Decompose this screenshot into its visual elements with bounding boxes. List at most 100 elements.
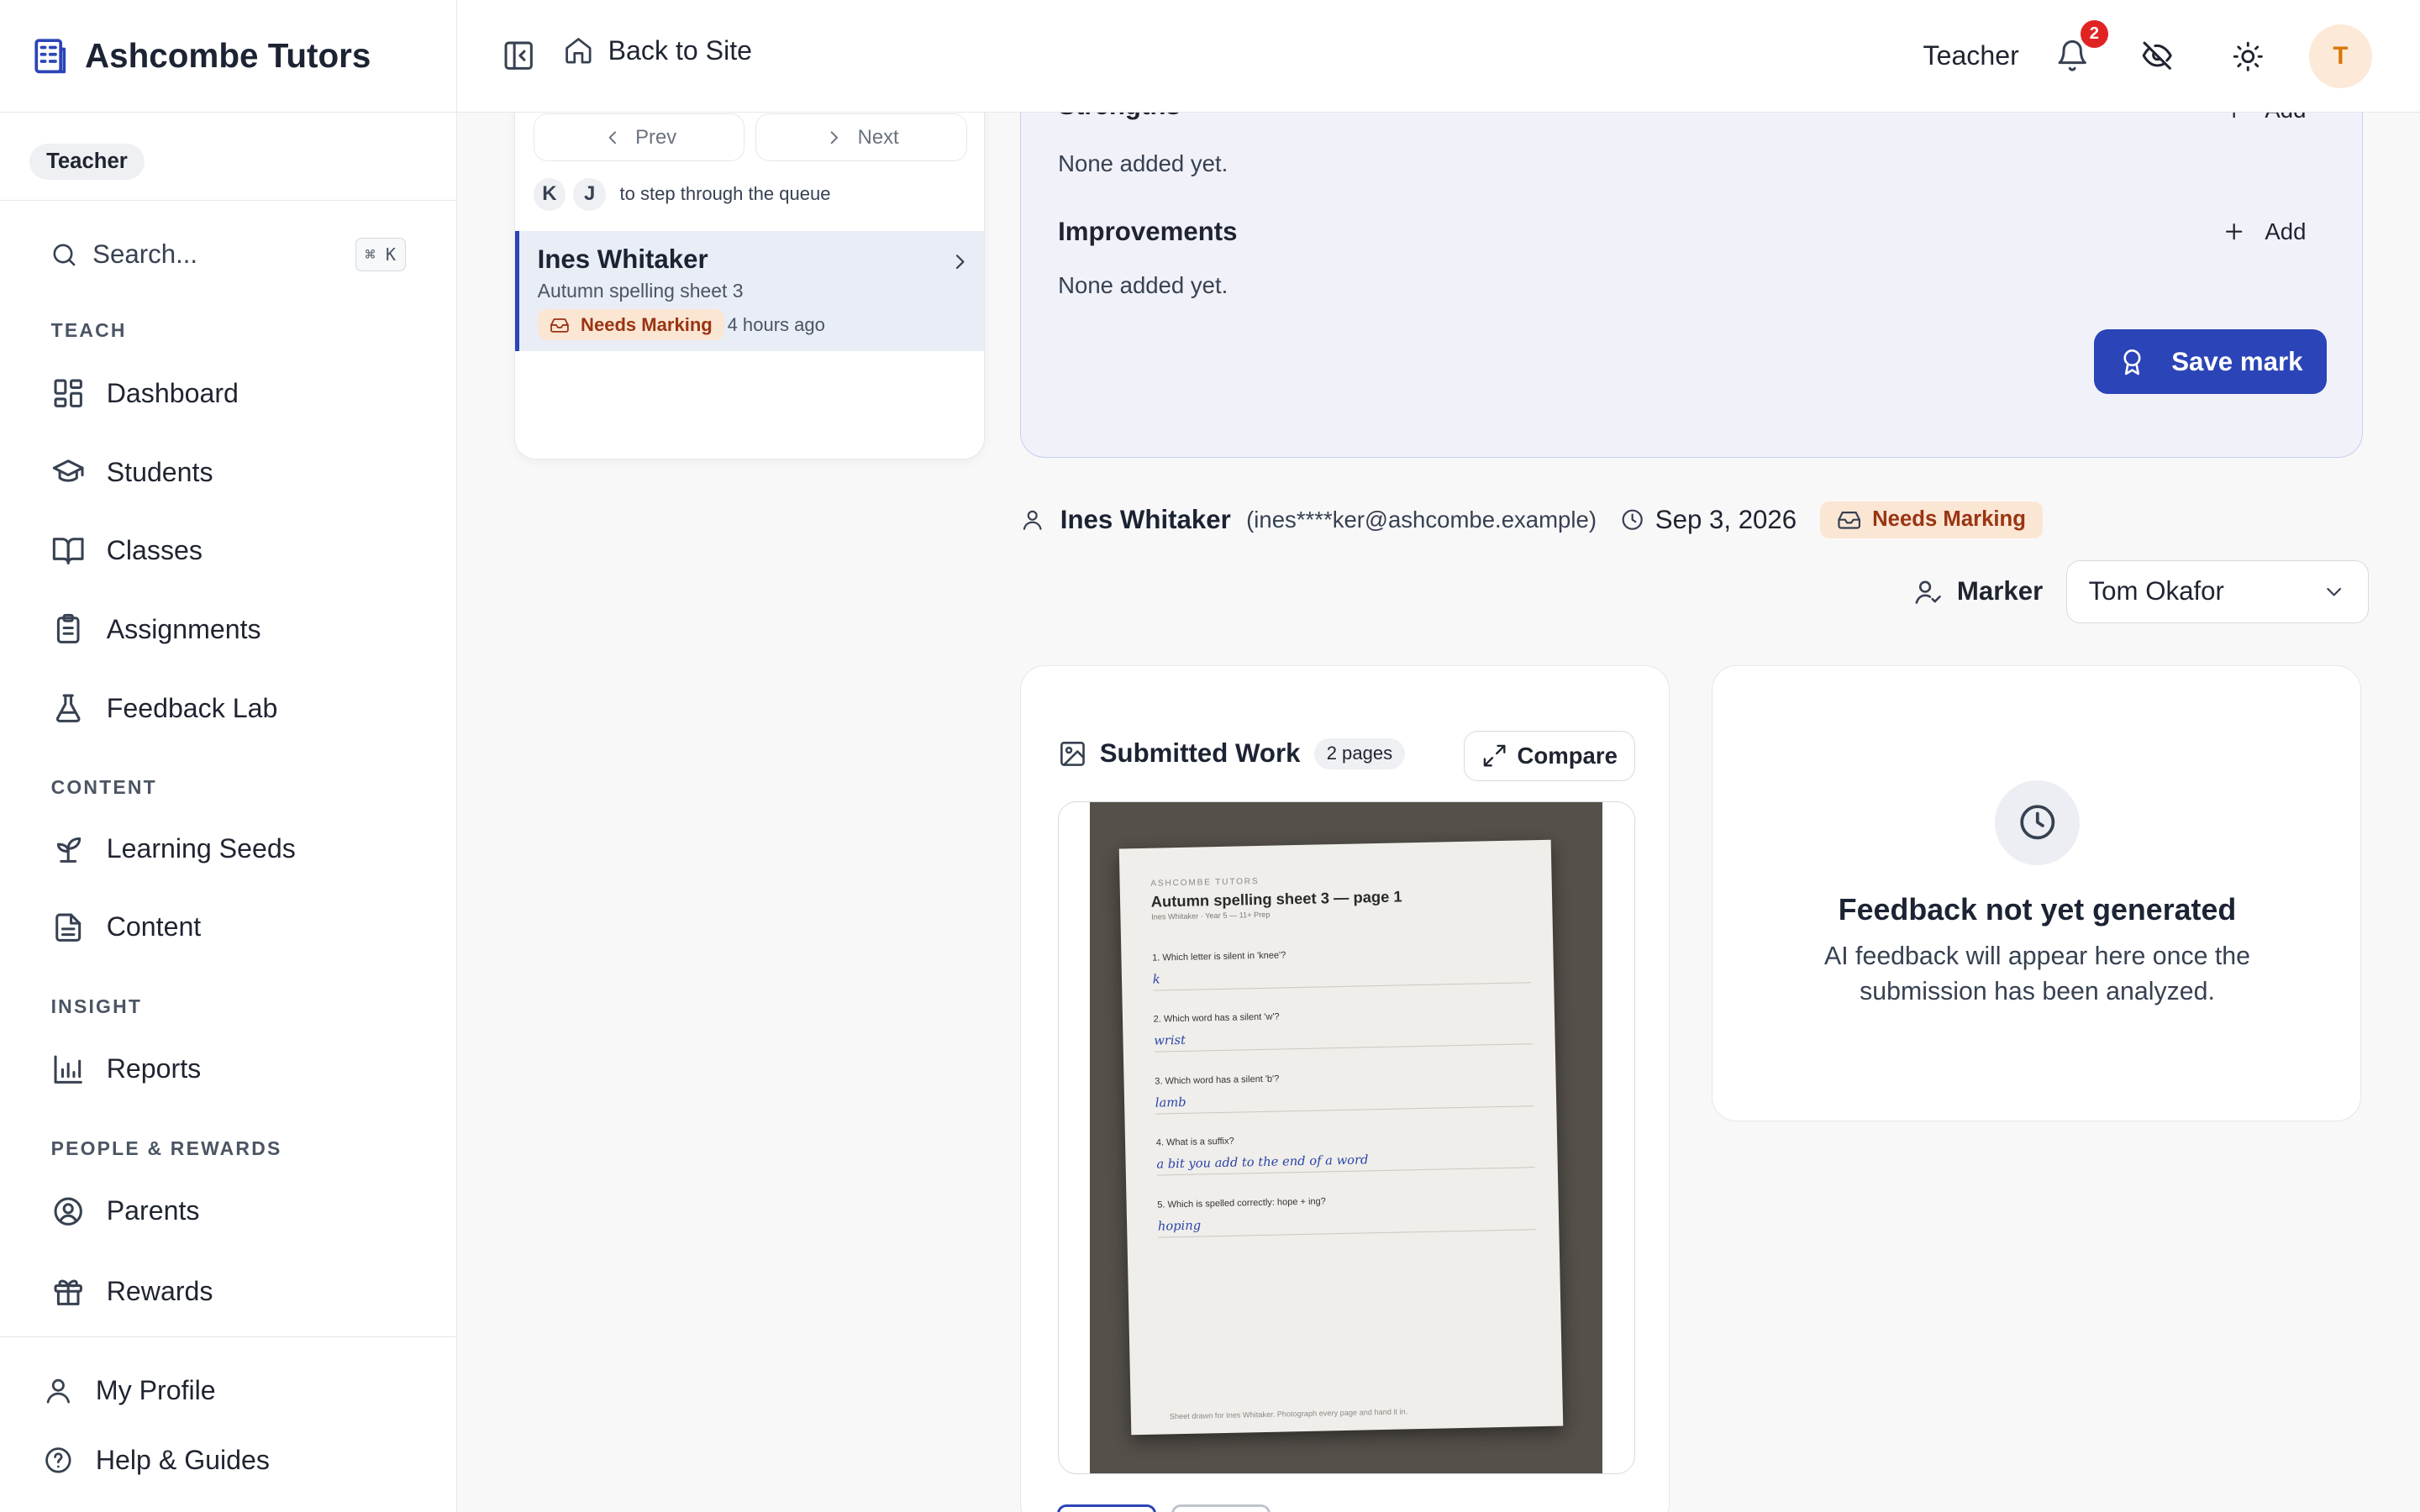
sidebar-item-label: Learning Seeds — [106, 832, 296, 864]
clock-icon — [2017, 801, 2059, 843]
question-text: 2. Which word has a silent 'w'? — [1153, 1011, 1280, 1025]
worksheet-page: ASHCOMBE TUTORS Autumn spelling sheet 3 … — [1118, 839, 1564, 1436]
queue-item-time: 4 hours ago — [727, 313, 825, 335]
user-icon — [43, 1375, 74, 1406]
strengths-empty: None added yet. — [1058, 150, 1228, 177]
brand[interactable]: Ashcombe Tutors — [0, 0, 456, 113]
improvements-heading: Improvements — [1058, 217, 1238, 247]
sidebar-item-reports[interactable]: Reports — [51, 1046, 201, 1092]
sidebar-item-rewards[interactable]: Rewards — [51, 1268, 213, 1315]
current-role: Teacher — [1923, 39, 2019, 71]
worksheet-title: Autumn spelling sheet 3 — page 1 — [1150, 887, 1402, 911]
page-thumbnail-1[interactable] — [1057, 1504, 1156, 1512]
worksheet-question: 5. Which is spelled correctly: hope + in… — [1157, 1192, 1537, 1238]
file-text-icon — [51, 911, 85, 944]
chevron-right-icon — [948, 249, 972, 274]
queue-item-assignment: Autumn spelling sheet 3 — [537, 280, 744, 302]
handwritten-answer: lamb — [1155, 1087, 1534, 1115]
bar-chart-icon — [51, 1053, 85, 1086]
expand-icon — [1481, 743, 1507, 769]
school-building-icon — [29, 35, 71, 77]
marker-label: Marker — [1956, 576, 2044, 606]
my-profile-label: My Profile — [95, 1375, 216, 1406]
prev-label: Prev — [635, 125, 677, 149]
chevron-down-icon — [2322, 580, 2346, 604]
chevron-right-icon — [823, 127, 845, 149]
ai-feedback-status — [1995, 780, 2081, 865]
sidebar-item-label: Content — [106, 911, 202, 942]
sidebar-item-learning-seeds[interactable]: Learning Seeds — [51, 826, 296, 872]
sidebar-item-assignments[interactable]: Assignments — [51, 606, 261, 653]
sun-icon[interactable] — [2232, 40, 2265, 73]
search-icon — [50, 240, 79, 270]
compare-button[interactable]: Compare — [1464, 730, 1636, 782]
clock-icon — [1620, 507, 1644, 532]
queue-item-student: Ines Whitaker — [537, 244, 708, 275]
sidebar-footer: My Profile Help & Guides — [0, 1336, 457, 1512]
add-improvement-button[interactable]: Add — [2222, 218, 2306, 245]
back-to-site-label: Back to Site — [608, 35, 753, 66]
queue-item[interactable]: Ines Whitaker Autumn spelling sheet 3 Ne… — [514, 230, 984, 351]
ai-feedback-description: AI feedback will appear here once the su… — [1824, 942, 2250, 1005]
worksheet-question: 3. Which word has a silent 'b'? lamb — [1155, 1068, 1534, 1115]
topbar: Back to Site Teacher 2 T — [456, 0, 2420, 113]
sidebar-collapse-icon[interactable] — [502, 39, 535, 72]
save-mark-button[interactable]: Save mark — [2093, 329, 2327, 395]
sidebar-search[interactable]: Search... ⌘ K — [50, 228, 407, 281]
ai-feedback-title: Feedback not yet generated — [1838, 892, 2237, 927]
status-badge: Needs Marking — [1819, 501, 2044, 538]
role-row: Teacher — [0, 113, 456, 201]
sidebar-item-label: Rewards — [106, 1275, 213, 1306]
next-label: Next — [857, 125, 899, 149]
section-people-rewards: PEOPLE & REWARDS — [50, 1137, 282, 1159]
sidebar-item-content[interactable]: Content — [51, 904, 202, 950]
student-name: Ines Whitaker — [1060, 504, 1231, 534]
image-icon — [1058, 739, 1087, 769]
keyboard-hint-text: to step through the queue — [619, 183, 831, 205]
worksheet-question: 1. Which letter is silent in 'knee'? k — [1152, 945, 1531, 991]
photo-background: ASHCOMBE TUTORS Autumn spelling sheet 3 … — [1089, 802, 1602, 1474]
marker-value: Tom Okafor — [2088, 576, 2224, 606]
chevron-left-icon — [602, 127, 623, 149]
question-text: 3. Which word has a silent 'b'? — [1155, 1074, 1280, 1087]
submitted-work-header: Submitted Work 2 pages — [1058, 738, 1405, 769]
marking-queue: Prev Next K J to step through the queue … — [513, 61, 985, 460]
add-label: Add — [2265, 218, 2307, 244]
user-check-icon — [1914, 577, 1944, 606]
brand-name: Ashcombe Tutors — [84, 36, 371, 76]
status-badge: Needs Marking — [537, 309, 725, 341]
compare-label: Compare — [1517, 743, 1618, 769]
sidebar-item-feedback-lab[interactable]: Feedback Lab — [51, 685, 277, 731]
submission-meta: Ines Whitaker (ines****ker@ashcombe.exam… — [1020, 500, 2044, 540]
marker-select[interactable]: Tom Okafor — [2065, 559, 2369, 624]
back-to-site-link[interactable]: Back to Site — [563, 35, 752, 66]
sidebar-item-dashboard[interactable]: Dashboard — [51, 370, 239, 417]
section-content: CONTENT — [50, 775, 157, 798]
user-circle-icon — [51, 1194, 85, 1228]
help-guides-label: Help & Guides — [95, 1445, 270, 1475]
sidebar-item-label: Classes — [106, 535, 203, 566]
handwritten-answer: k — [1152, 963, 1531, 991]
sidebar-item-classes[interactable]: Classes — [51, 528, 203, 574]
my-profile-link[interactable]: My Profile — [43, 1369, 216, 1412]
page-thumbnail-2[interactable] — [1171, 1504, 1270, 1512]
page-count: 2 pages — [1314, 738, 1405, 769]
section-teach: TEACH — [50, 319, 127, 342]
sidebar-item-parents[interactable]: Parents — [51, 1188, 199, 1234]
submission-photo[interactable]: ASHCOMBE TUTORS Autumn spelling sheet 3 … — [1058, 801, 1636, 1475]
key-j: J — [573, 178, 606, 211]
prev-button[interactable]: Prev — [533, 113, 745, 161]
eye-off-icon[interactable] — [2140, 39, 2174, 72]
graduation-cap-icon — [51, 455, 85, 489]
home-icon — [563, 35, 594, 66]
plus-icon — [2222, 219, 2246, 244]
user-icon — [1020, 507, 1044, 532]
question-text: 4. What is a suffix? — [1155, 1136, 1234, 1148]
sidebar-item-students[interactable]: Students — [51, 449, 213, 495]
ai-feedback-card: Feedback not yet generated AI feedback w… — [1711, 664, 2362, 1122]
help-guides-link[interactable]: Help & Guides — [43, 1439, 270, 1482]
submitted-work-title: Submitted Work — [1099, 738, 1301, 769]
avatar[interactable]: T — [2308, 24, 2372, 88]
save-mark-label: Save mark — [2171, 346, 2303, 376]
next-button[interactable]: Next — [755, 113, 967, 161]
